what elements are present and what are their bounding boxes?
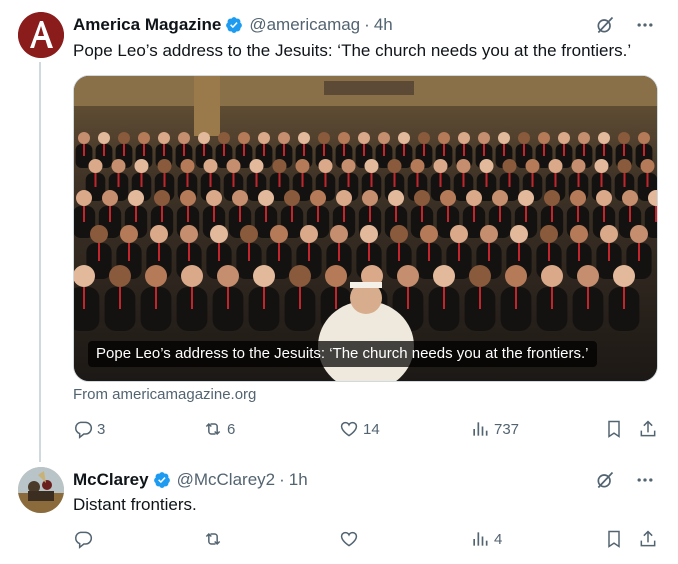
share-icon <box>638 529 658 549</box>
like-count: 14 <box>363 420 380 438</box>
tweet-top-actions <box>594 14 656 36</box>
display-name[interactable]: McClarey <box>73 470 149 490</box>
separator-dot: · <box>279 470 285 489</box>
repost-icon <box>203 419 223 439</box>
like-icon <box>339 419 359 439</box>
handle[interactable]: @McClarey2 <box>177 470 276 490</box>
more-icon[interactable] <box>634 469 656 491</box>
avatar[interactable] <box>18 12 64 58</box>
reply-button[interactable]: 3 <box>73 419 105 439</box>
tweet-header: America Magazine @americamag · 4h <box>73 14 393 36</box>
like-button[interactable] <box>339 529 363 549</box>
reply-button[interactable] <box>73 529 97 549</box>
repost-icon <box>203 529 223 549</box>
tweet-top-actions <box>594 469 656 491</box>
thread-connector-line <box>39 62 41 462</box>
grok-icon[interactable] <box>594 14 616 36</box>
avatar[interactable] <box>18 467 64 513</box>
group-photo-image <box>74 76 657 381</box>
share-button[interactable] <box>638 419 658 439</box>
display-name[interactable]: America Magazine <box>73 15 221 35</box>
more-icon[interactable] <box>634 14 656 36</box>
share-button[interactable] <box>638 529 658 549</box>
tweet-actions: 4 <box>73 529 658 553</box>
reply-icon <box>73 529 93 549</box>
bookmark-button[interactable] <box>604 529 624 549</box>
reply-count: 3 <box>97 420 106 438</box>
views-button[interactable]: 4 <box>470 529 502 549</box>
grok-icon[interactable] <box>594 469 616 491</box>
handle[interactable]: @americamag <box>249 15 360 35</box>
bookmark-icon <box>604 529 624 549</box>
america-magazine-logo <box>18 12 64 58</box>
bookmark-button[interactable] <box>604 419 624 439</box>
tweet-actions: 3 6 14 737 <box>73 419 658 443</box>
verified-icon <box>153 471 171 489</box>
views-button[interactable]: 737 <box>470 419 519 439</box>
tweet-text: Pope Leo’s address to the Jesuits: ‘The … <box>73 41 632 60</box>
views-icon <box>470 529 490 549</box>
views-icon <box>470 419 490 439</box>
repost-count: 6 <box>227 420 236 438</box>
share-icon <box>638 419 658 439</box>
bookmark-icon <box>604 419 624 439</box>
like-icon <box>339 529 359 549</box>
reply-icon <box>73 419 93 439</box>
separator-dot: · <box>364 15 370 34</box>
timestamp[interactable]: 4h <box>374 15 393 35</box>
like-button[interactable]: 14 <box>339 419 380 439</box>
timestamp[interactable]: 1h <box>289 470 308 490</box>
view-count: 4 <box>494 530 503 548</box>
link-card-title: Pope Leo’s address to the Jesuits: ‘The … <box>88 341 597 367</box>
link-source[interactable]: From americamagazine.org <box>73 386 256 403</box>
view-count: 737 <box>494 420 520 438</box>
mcclarey-avatar-image <box>18 467 64 513</box>
tweet-header: McClarey @McClarey2 · 1h <box>73 469 308 491</box>
repost-button[interactable] <box>203 529 227 549</box>
repost-button[interactable]: 6 <box>203 419 235 439</box>
verified-icon <box>225 16 243 34</box>
tweet-text: Distant frontiers. <box>73 495 197 514</box>
link-card-image[interactable]: Pope Leo’s address to the Jesuits: ‘The … <box>73 75 658 382</box>
